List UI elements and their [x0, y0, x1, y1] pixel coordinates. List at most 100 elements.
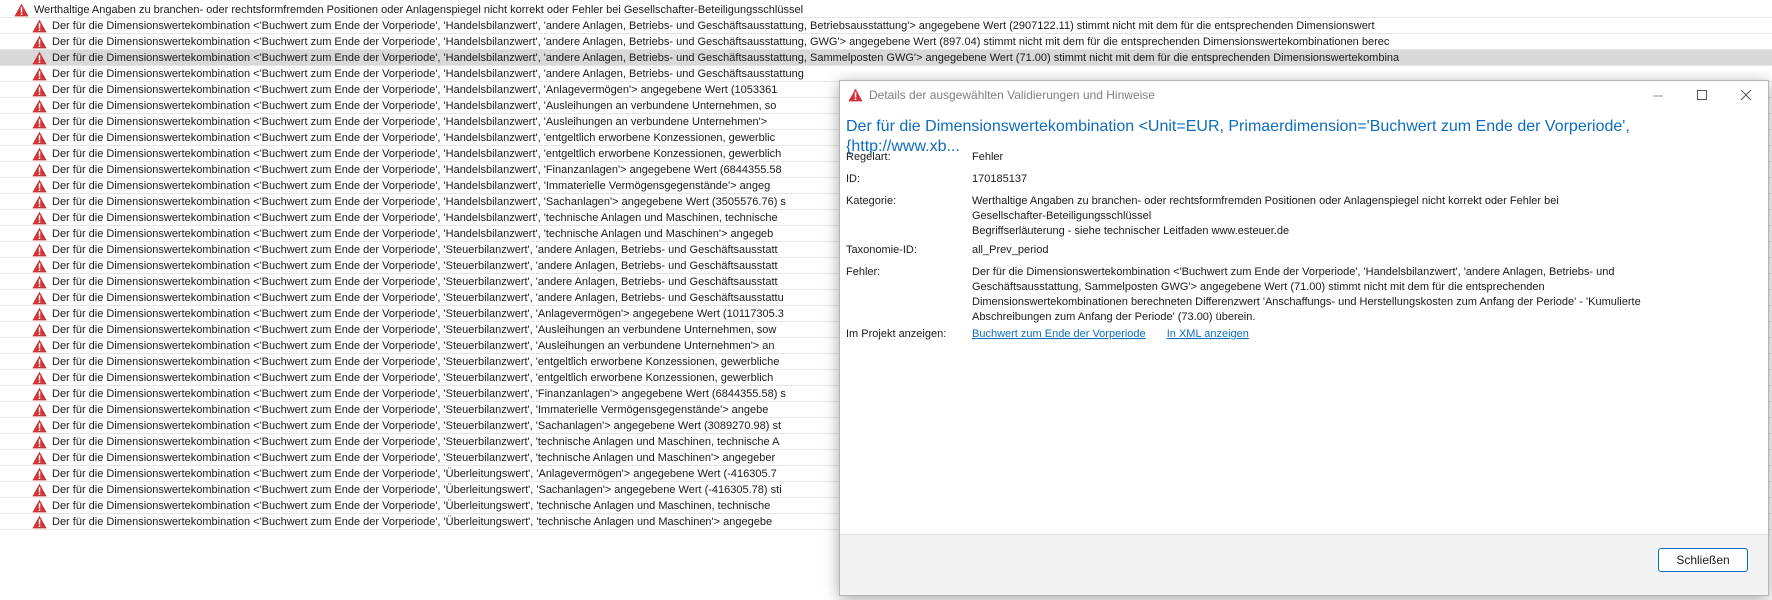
- validation-row-text: Der für die Dimensionswertekombination <…: [52, 259, 778, 272]
- error-warning-icon: [32, 483, 47, 497]
- validation-row-text: Der für die Dimensionswertekombination <…: [52, 499, 771, 512]
- validation-row-text: Der für die Dimensionswertekombination <…: [52, 179, 771, 192]
- fehler-label: Fehler:: [846, 266, 881, 278]
- validation-row-text: Der für die Dimensionswertekombination <…: [52, 67, 804, 80]
- minimize-button[interactable]: [1636, 81, 1680, 109]
- error-warning-icon: [32, 307, 47, 321]
- regelart-value: Fehler: [972, 151, 1004, 163]
- validation-row-text: Der für die Dimensionswertekombination <…: [52, 19, 1375, 32]
- close-icon: [1740, 89, 1751, 100]
- validation-row-text: Der für die Dimensionswertekombination <…: [52, 243, 778, 256]
- error-warning-icon: [32, 67, 47, 81]
- error-warning-icon: [32, 195, 47, 209]
- validation-row-text: Der für die Dimensionswertekombination <…: [52, 275, 778, 288]
- validation-row-text: Der für die Dimensionswertekombination <…: [52, 147, 782, 160]
- category-row[interactable]: Werthaltige Angaben zu branchen- oder re…: [0, 2, 1772, 18]
- error-warning-icon: [32, 323, 47, 337]
- validation-row-text: Der für die Dimensionswertekombination <…: [52, 195, 786, 208]
- maximize-button[interactable]: [1680, 81, 1724, 109]
- window-close-button[interactable]: [1724, 81, 1768, 109]
- error-warning-icon: [32, 35, 47, 49]
- error-warning-icon: [32, 19, 47, 33]
- validation-row-text: Der für die Dimensionswertekombination <…: [52, 99, 777, 112]
- error-warning-icon: [32, 387, 47, 401]
- validation-row-text: Der für die Dimensionswertekombination <…: [52, 291, 784, 304]
- error-warning-icon: [32, 211, 47, 225]
- error-warning-icon: [32, 435, 47, 449]
- error-warning-icon: [32, 131, 47, 145]
- validation-row-text: Der für die Dimensionswertekombination <…: [52, 163, 782, 176]
- validation-row[interactable]: Der für die Dimensionswertekombination <…: [0, 50, 1772, 66]
- projekt-links: Buchwert zum Ende der Vorperiode In XML …: [972, 327, 1752, 342]
- validation-row-text: Der für die Dimensionswertekombination <…: [52, 131, 776, 144]
- projekt-label: Im Projekt anzeigen:: [846, 328, 947, 340]
- validation-row-text: Der für die Dimensionswertekombination <…: [52, 515, 773, 528]
- kategorie-line-3: Begriffserläuterung - siehe technischer …: [972, 225, 1290, 237]
- validation-row-text: Der für die Dimensionswertekombination <…: [52, 403, 769, 416]
- validation-row[interactable]: Der für die Dimensionswertekombination <…: [0, 18, 1772, 34]
- validation-row-text: Der für die Dimensionswertekombination <…: [52, 35, 1390, 48]
- error-warning-icon: [32, 403, 47, 417]
- validation-row-text: Der für die Dimensionswertekombination <…: [52, 211, 778, 224]
- kategorie-value: Werthaltige Angaben zu branchen- oder re…: [972, 194, 1752, 239]
- fehler-line-4: Abschreibungen zum Anfang der Periode' (…: [972, 311, 1256, 323]
- dialog-titlebar[interactable]: Details der ausgewählten Validierungen u…: [840, 81, 1768, 109]
- validation-row-text: Der für die Dimensionswertekombination <…: [52, 323, 777, 336]
- error-warning-icon: [32, 163, 47, 177]
- error-warning-icon: [32, 51, 47, 65]
- fehler-line-3: Dimensionswertekombinationen berechneten…: [972, 296, 1641, 308]
- error-warning-icon: [32, 99, 47, 113]
- error-warning-icon: [32, 291, 47, 305]
- minimize-icon: [1652, 95, 1663, 96]
- dialog-title: Details der ausgewählten Validierungen u…: [869, 88, 1155, 102]
- close-button[interactable]: Schließen: [1658, 548, 1748, 572]
- kategorie-label: Kategorie:: [846, 195, 897, 207]
- error-warning-icon: [32, 355, 47, 369]
- validation-row-text: Der für die Dimensionswertekombination <…: [52, 483, 782, 496]
- error-warning-icon: [32, 371, 47, 385]
- validation-row-text: Der für die Dimensionswertekombination <…: [52, 115, 768, 128]
- id-value: 170185137: [972, 173, 1028, 185]
- kategorie-line-1: Werthaltige Angaben zu branchen- oder re…: [972, 195, 1559, 207]
- error-warning-icon: [32, 115, 47, 129]
- validation-row-text: Der für die Dimensionswertekombination <…: [52, 307, 784, 320]
- error-warning-icon: [32, 227, 47, 241]
- validation-row-text: Der für die Dimensionswertekombination <…: [52, 435, 780, 448]
- validation-row[interactable]: Der für die Dimensionswertekombination <…: [0, 34, 1772, 50]
- error-warning-icon: [32, 515, 47, 529]
- validation-row-text: Der für die Dimensionswertekombination <…: [52, 371, 774, 384]
- error-warning-icon: [32, 147, 47, 161]
- validation-row-text: Der für die Dimensionswertekombination <…: [52, 451, 776, 464]
- regelart-label: Regelart:: [846, 151, 891, 163]
- error-warning-icon: [32, 83, 47, 97]
- error-warning-icon: [14, 3, 29, 17]
- fehler-line-2: Geschäftsausstattung, Sammelposten GWG'>…: [972, 281, 1545, 293]
- buchwert-link[interactable]: Buchwert zum Ende der Vorperiode: [972, 328, 1146, 340]
- kategorie-line-2: Gesellschafter-Beteiligungsschlüssel: [972, 210, 1152, 222]
- error-warning-icon: [848, 88, 863, 102]
- heading-line-1: Der für die Dimensionswertekombination <…: [846, 118, 1630, 135]
- validation-row-text: Der für die Dimensionswertekombination <…: [52, 419, 782, 432]
- xml-link[interactable]: In XML anzeigen: [1167, 328, 1249, 340]
- dialog-footer: Schließen: [840, 534, 1768, 595]
- error-warning-icon: [32, 499, 47, 513]
- taxonomie-label: Taxonomie-ID:: [846, 244, 917, 256]
- error-warning-icon: [32, 275, 47, 289]
- id-label: ID:: [846, 173, 861, 185]
- maximize-icon: [1696, 89, 1707, 100]
- error-warning-icon: [32, 179, 47, 193]
- validation-row-text: Der für die Dimensionswertekombination <…: [52, 339, 775, 352]
- validation-row-text: Der für die Dimensionswertekombination <…: [52, 83, 778, 96]
- validation-row-text: Der für die Dimensionswertekombination <…: [52, 51, 1400, 64]
- taxonomie-value: all_Prev_period: [972, 244, 1049, 256]
- error-warning-icon: [32, 467, 47, 481]
- error-warning-icon: [32, 243, 47, 257]
- error-warning-icon: [32, 419, 47, 433]
- fehler-value: Der für die Dimensionswertekombination <…: [972, 265, 1752, 325]
- validation-row-text: Der für die Dimensionswertekombination <…: [52, 387, 786, 400]
- validation-row-text: Der für die Dimensionswertekombination <…: [52, 227, 774, 240]
- fehler-line-1: Der für die Dimensionswertekombination <…: [972, 266, 1615, 278]
- error-warning-icon: [32, 259, 47, 273]
- category-label: Werthaltige Angaben zu branchen- oder re…: [34, 3, 804, 16]
- validation-row-text: Der für die Dimensionswertekombination <…: [52, 467, 777, 480]
